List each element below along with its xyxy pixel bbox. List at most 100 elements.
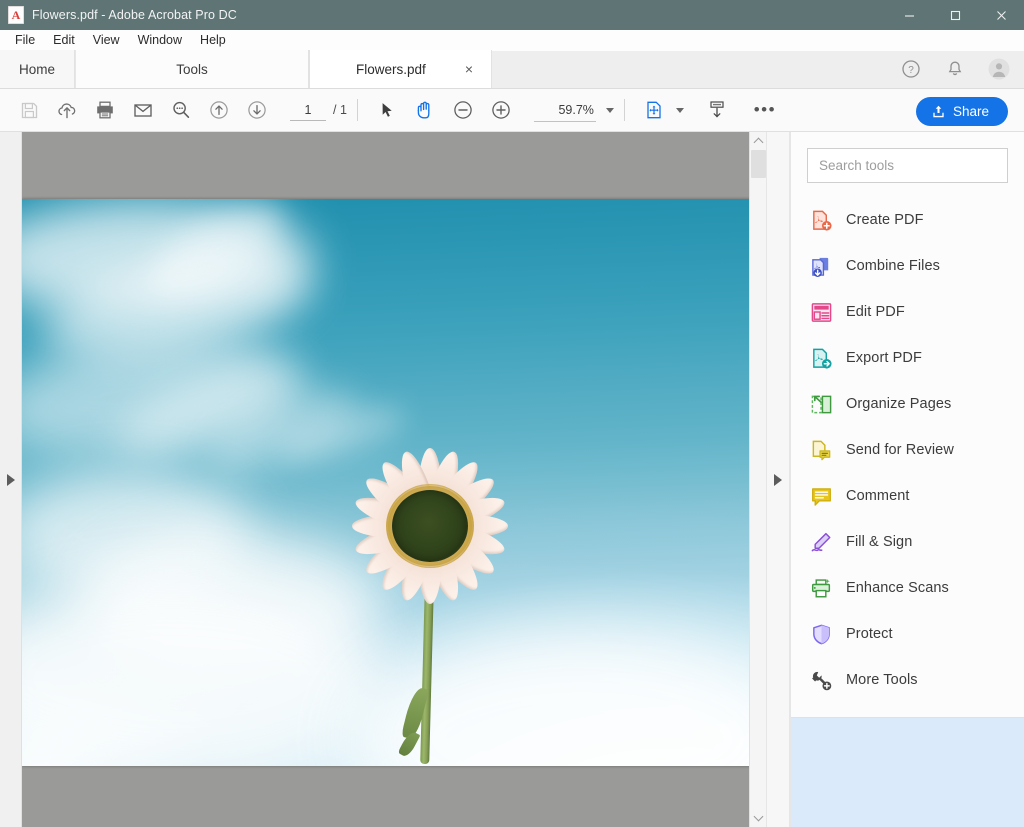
tool-enhance-scans[interactable]: Enhance Scans [791, 565, 1024, 611]
tool-export-pdf[interactable]: Export PDF [791, 335, 1024, 381]
maximize-button[interactable] [932, 0, 978, 30]
notification-bell-icon[interactable] [942, 56, 968, 82]
promo-panel[interactable] [791, 717, 1024, 827]
scrollbar-thumb[interactable] [750, 150, 766, 178]
close-button[interactable] [978, 0, 1024, 30]
tool-organize-pages[interactable]: Organize Pages [791, 381, 1024, 427]
previous-page-icon[interactable] [200, 95, 238, 125]
tab-document-flowers[interactable]: Flowers.pdf × [309, 50, 492, 88]
close-icon[interactable]: × [461, 61, 477, 77]
more-tools-icon [809, 668, 833, 692]
tool-label: More Tools [846, 672, 918, 688]
enhance-scans-icon [809, 576, 833, 600]
help-icon[interactable]: ? [898, 56, 924, 82]
share-button-label: Share [952, 104, 989, 119]
flower-core [392, 490, 468, 562]
create-pdf-icon [809, 208, 833, 232]
page-total-label: / 1 [333, 103, 347, 117]
tool-more-tools[interactable]: More Tools [791, 657, 1024, 703]
send-for-review-icon [809, 438, 833, 462]
tool-fill-and-sign[interactable]: Fill & Sign [791, 519, 1024, 565]
tool-combine-files[interactable]: Combine Files [791, 243, 1024, 289]
zoom-level-value: 59.7% [558, 102, 594, 117]
tab-bar-actions: ? [898, 50, 1024, 88]
chevron-down-icon[interactable] [605, 107, 614, 113]
tool-label: Edit PDF [846, 304, 905, 320]
tool-create-pdf[interactable]: Create PDF [791, 197, 1024, 243]
fit-page-icon[interactable] [635, 95, 673, 125]
tool-label: Organize Pages [846, 396, 952, 412]
daisy-flower [335, 431, 525, 765]
cloud-upload-icon[interactable] [48, 95, 86, 125]
tab-home[interactable]: Home [0, 50, 75, 88]
print-icon[interactable] [86, 95, 124, 125]
tool-protect[interactable]: Protect [791, 611, 1024, 657]
save-icon[interactable] [10, 95, 48, 125]
tool-label: Protect [846, 626, 893, 642]
window-controls [886, 0, 1024, 30]
user-avatar-icon[interactable] [986, 56, 1012, 82]
tab-tools[interactable]: Tools [75, 50, 309, 88]
title-bar: A Flowers.pdf - Adobe Acrobat Pro DC [0, 0, 1024, 30]
protect-icon [809, 622, 833, 646]
window-title: Flowers.pdf - Adobe Acrobat Pro DC [32, 8, 237, 22]
triangle-right-icon [774, 473, 782, 486]
search-tools-wrapper [791, 132, 1024, 187]
more-options-label: ••• [753, 100, 777, 119]
zoom-level-selector[interactable]: 59.7% [533, 98, 596, 122]
tool-label: Export PDF [846, 350, 922, 366]
page-number-input[interactable] [290, 99, 326, 121]
menu-file[interactable]: File [6, 30, 44, 50]
document-scrollbar[interactable] [749, 132, 766, 827]
organize-pages-icon [809, 392, 833, 416]
search-icon[interactable] [162, 95, 200, 125]
fit-page-chevron-down-icon[interactable] [675, 107, 684, 113]
tools-sidebar: Create PDF Combine Files Edit PDF [790, 132, 1024, 827]
document-view[interactable] [22, 132, 749, 827]
tool-label: Comment [846, 488, 910, 504]
navigation-pane-expand-handle[interactable] [0, 132, 22, 827]
scroll-down-chevron-icon[interactable] [750, 809, 767, 827]
combine-files-icon [809, 254, 833, 278]
tool-send-for-review[interactable]: Send for Review [791, 427, 1024, 473]
toolbar-divider-2 [623, 99, 625, 121]
scroll-up-chevron-icon[interactable] [750, 132, 767, 150]
hand-tool-icon[interactable] [406, 95, 444, 125]
tool-comment[interactable]: Comment [791, 473, 1024, 519]
page-navigation: / 1 [290, 99, 347, 121]
tool-label: Create PDF [846, 212, 924, 228]
acrobat-pdf-icon: A [8, 6, 24, 24]
flower-petals [335, 431, 525, 621]
workspace: Create PDF Combine Files Edit PDF [0, 132, 1024, 827]
email-icon[interactable] [124, 95, 162, 125]
tools-pane-collapse-handle[interactable] [766, 132, 790, 827]
tool-label: Combine Files [846, 258, 940, 274]
svg-text:?: ? [908, 65, 914, 76]
scroll-mode-icon[interactable] [698, 95, 736, 125]
tool-label: Enhance Scans [846, 580, 949, 596]
next-page-icon[interactable] [238, 95, 276, 125]
pdf-page-flower-photo [22, 199, 749, 766]
main-toolbar: / 1 59.7% ••• Sha [0, 89, 1024, 132]
comment-icon [809, 484, 833, 508]
menu-window[interactable]: Window [129, 30, 191, 50]
tool-label: Send for Review [846, 442, 954, 458]
edit-pdf-icon [809, 300, 833, 324]
more-options-button[interactable]: ••• [746, 95, 784, 125]
minimize-button[interactable] [886, 0, 932, 30]
tool-edit-pdf[interactable]: Edit PDF [791, 289, 1024, 335]
scrollbar-track[interactable] [750, 150, 767, 809]
menu-view[interactable]: View [84, 30, 129, 50]
share-button[interactable]: Share [915, 97, 1008, 126]
menu-edit[interactable]: Edit [44, 30, 84, 50]
select-cursor-icon[interactable] [368, 95, 406, 125]
tool-label: Fill & Sign [846, 534, 913, 550]
share-upload-icon [933, 105, 944, 118]
search-tools-input[interactable] [807, 148, 1008, 183]
zoom-out-icon[interactable] [444, 95, 482, 125]
menu-help[interactable]: Help [191, 30, 235, 50]
export-pdf-icon [809, 346, 833, 370]
tab-document-label: Flowers.pdf [356, 61, 426, 77]
menu-bar: File Edit View Window Help [0, 30, 1024, 51]
zoom-in-icon[interactable] [482, 95, 520, 125]
